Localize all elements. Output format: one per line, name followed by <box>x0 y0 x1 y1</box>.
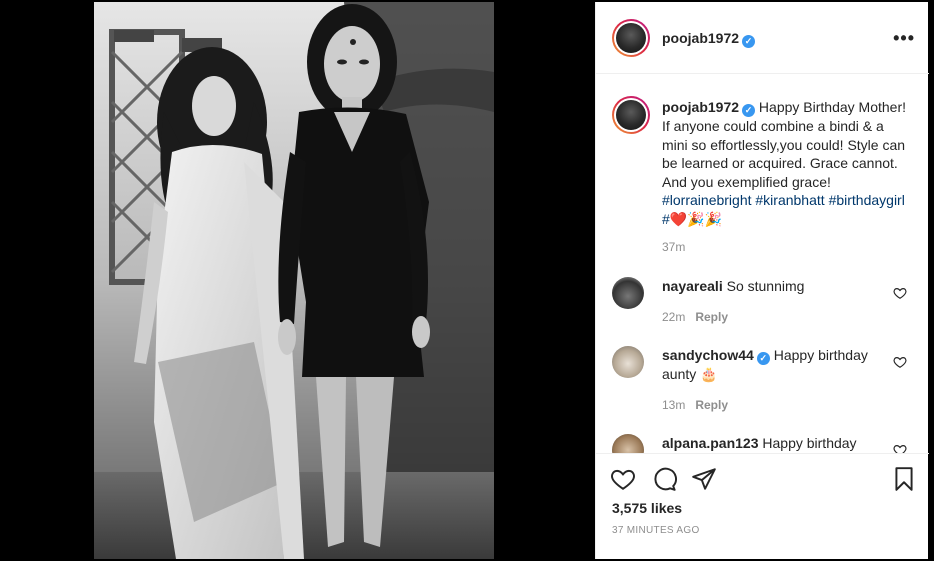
more-options-icon[interactable]: ••• <box>893 28 915 49</box>
comment-time[interactable]: 13m <box>662 398 685 412</box>
caption-username[interactable]: poojab1972 <box>662 99 739 115</box>
comment-item: nayareali So stunnimg <box>662 277 892 296</box>
commenter-avatar[interactable] <box>612 434 644 453</box>
comment-item: alpana.pan123 Happy birthday <box>662 434 892 453</box>
comment-like-heart-icon[interactable] <box>893 443 907 453</box>
comment-icon[interactable] <box>651 466 677 492</box>
caption-avatar[interactable] <box>612 96 650 134</box>
reply-button[interactable]: Reply <box>695 310 728 324</box>
modal-backdrop: poojab1972 ✓ ••• poojab1972 ✓ Happy Birthd… <box>0 0 934 561</box>
heart-icon[interactable] <box>610 466 636 492</box>
post-timestamp[interactable]: 37 MINUTES AGO <box>612 525 700 536</box>
author-username[interactable]: poojab1972 <box>662 30 739 46</box>
hashtag-lorrainebright[interactable]: #lorrainebright <box>662 192 752 208</box>
verified-badge-icon: ✓ <box>756 352 770 365</box>
hashtag-empty[interactable]: # <box>662 211 670 227</box>
comment-username[interactable]: sandychow44 <box>662 347 754 363</box>
share-icon[interactable] <box>691 466 717 492</box>
hashtag-birthdaygirl[interactable]: #birthdaygirl <box>829 192 905 208</box>
action-bar: 3,575 likes 37 MINUTES AGO <box>596 453 929 559</box>
post-sidebar: poojab1972 ✓ ••• poojab1972 ✓ Happy Birthd… <box>595 2 929 559</box>
post-photo[interactable] <box>94 2 494 559</box>
vintage-photo-illustration <box>94 2 494 559</box>
comment-username[interactable]: nayareali <box>662 278 723 294</box>
verified-badge-icon: ✓ <box>742 35 756 48</box>
comment-like-heart-icon[interactable] <box>893 355 907 369</box>
commenter-avatar[interactable] <box>612 346 644 378</box>
author-avatar[interactable] <box>612 19 650 57</box>
author-line: poojab1972 ✓ <box>662 30 756 48</box>
reply-button[interactable]: Reply <box>695 398 728 412</box>
comment-meta: 22m Reply <box>662 310 728 324</box>
comment-text: Happy birthday <box>762 435 857 451</box>
comments-area[interactable]: poojab1972 ✓ Happy Birthday Mother! If an… <box>596 75 929 453</box>
caption-time[interactable]: 37m <box>662 240 685 254</box>
caption: poojab1972 ✓ Happy Birthday Mother! If an… <box>662 98 912 228</box>
likes-count[interactable]: 3,575 likes <box>612 500 682 516</box>
comment-like-heart-icon[interactable] <box>893 286 907 300</box>
comment-item: sandychow44 ✓ Happy birthday aunty 🎂 <box>662 346 892 384</box>
hashtag-kiranbhatt[interactable]: #kiranbhatt <box>755 192 824 208</box>
comment-time[interactable]: 22m <box>662 310 685 324</box>
comment-text: So stunnimg <box>726 278 805 294</box>
caption-emoji: ❤️🎉🎉 <box>669 210 723 227</box>
comment-username[interactable]: alpana.pan123 <box>662 435 759 451</box>
bookmark-icon[interactable] <box>891 466 917 492</box>
comment-meta: 13m Reply <box>662 398 728 412</box>
commenter-avatar[interactable] <box>612 277 644 309</box>
post-header: poojab1972 ✓ ••• <box>596 2 929 74</box>
verified-badge-icon: ✓ <box>742 104 756 117</box>
